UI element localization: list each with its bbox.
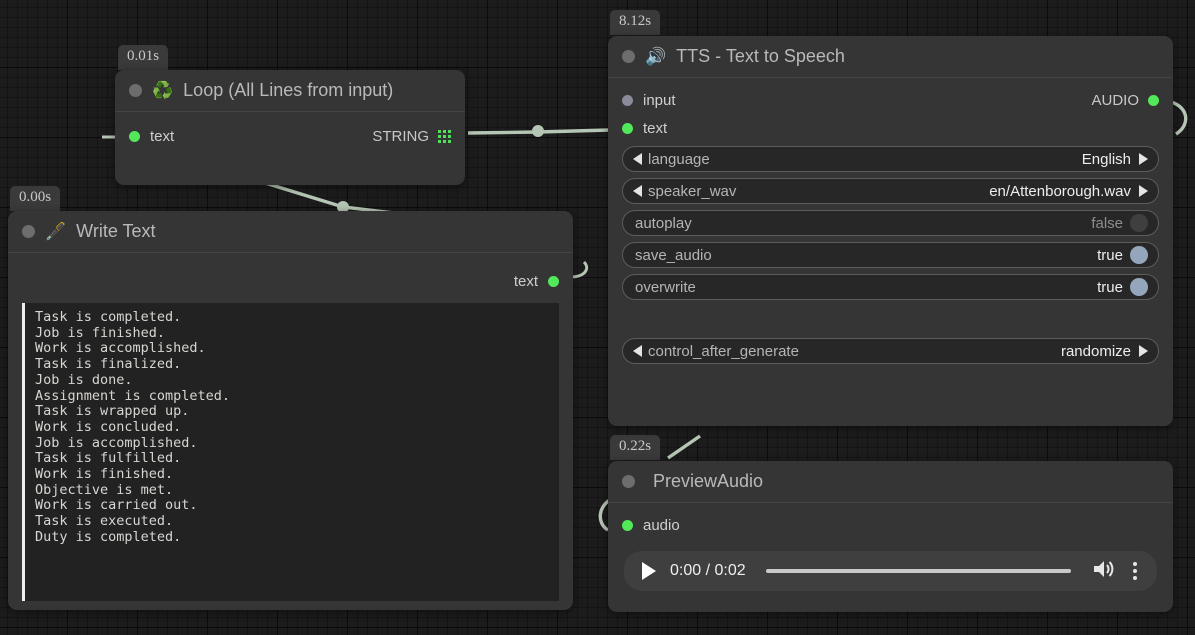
widget-save-audio[interactable]: save_audio true — [622, 242, 1159, 268]
widget-language[interactable]: language English — [622, 146, 1159, 172]
slot-dot-icon[interactable] — [622, 520, 633, 531]
write-text-node-header[interactable]: 🖋️ Write Text — [8, 211, 573, 253]
preview-audio-node-title: PreviewAudio — [653, 471, 763, 492]
widget-save-audio-label: save_audio — [635, 247, 712, 264]
collapse-dot-icon[interactable] — [129, 84, 142, 97]
slot-dot-icon[interactable] — [622, 95, 633, 106]
audio-progress-slider[interactable] — [766, 569, 1071, 573]
widget-autoplay[interactable]: autoplay false — [622, 210, 1159, 236]
write-text-textarea[interactable]: Task is completed. Job is finished. Work… — [22, 303, 559, 601]
tts-slot-text-label: text — [643, 120, 667, 137]
chevron-right-icon[interactable] — [1139, 185, 1148, 197]
tts-slot-input[interactable]: input AUDIO — [608, 86, 1173, 114]
loop-node[interactable]: ♻️ Loop (All Lines from input) text STRI… — [115, 70, 465, 185]
write-text-node-timing-badge: 0.00s — [10, 186, 60, 211]
widget-control-after-generate[interactable]: control_after_generate randomize — [622, 338, 1159, 364]
widget-speaker-wav[interactable]: speaker_wav en/Attenborough.wav — [622, 178, 1159, 204]
toggle-knob-icon[interactable] — [1130, 278, 1148, 296]
preview-audio-node[interactable]: PreviewAudio audio 0:00 / 0:02 — [608, 461, 1173, 612]
chevron-left-icon[interactable] — [633, 185, 642, 197]
tts-widgets: language English speaker_wav en/Attenbor… — [608, 142, 1173, 364]
tts-output-audio-label: AUDIO — [1091, 92, 1139, 109]
chevron-left-icon[interactable] — [633, 345, 642, 357]
tts-slot-text[interactable]: text — [608, 114, 1173, 142]
loop-node-header[interactable]: ♻️ Loop (All Lines from input) — [115, 70, 465, 112]
widget-language-label: language — [648, 151, 710, 168]
preview-audio-node-timing-badge: 0.22s — [610, 435, 660, 460]
write-text-node-body: text Task is completed. Job is finished.… — [8, 253, 573, 619]
widget-overwrite-label: overwrite — [635, 279, 696, 296]
slot-dot-icon[interactable] — [548, 276, 559, 287]
write-text-output-label: text — [514, 273, 538, 290]
widget-save-audio-value: true — [1097, 247, 1123, 264]
grid-widget-icon[interactable] — [438, 130, 451, 143]
preview-audio-slot-audio[interactable]: audio — [608, 511, 1173, 539]
tts-node[interactable]: 🔊 TTS - Text to Speech input AUDIO text … — [608, 36, 1173, 426]
preview-audio-slot-label: audio — [643, 517, 680, 534]
widget-overwrite-value: true — [1097, 279, 1123, 296]
audio-player[interactable]: 0:00 / 0:02 — [624, 551, 1157, 591]
toggle-knob-icon[interactable] — [1130, 214, 1148, 232]
write-text-node-title: Write Text — [76, 221, 155, 242]
loop-node-timing-badge: 0.01s — [118, 45, 168, 70]
slot-dot-icon[interactable] — [1148, 95, 1159, 106]
toggle-knob-icon[interactable] — [1130, 246, 1148, 264]
volume-icon[interactable] — [1091, 558, 1115, 585]
tts-node-timing-badge: 8.12s — [610, 10, 660, 35]
slot-dot-icon[interactable] — [622, 123, 633, 134]
widget-spacer — [622, 306, 1159, 332]
chevron-left-icon[interactable] — [633, 153, 642, 165]
widget-overwrite[interactable]: overwrite true — [622, 274, 1159, 300]
fountain-pen-icon: 🖋️ — [45, 223, 66, 240]
speaker-icon: 🔊 — [645, 48, 666, 65]
tts-node-title: TTS - Text to Speech — [676, 46, 845, 67]
preview-audio-node-body: audio 0:00 / 0:02 — [608, 503, 1173, 609]
more-options-icon[interactable] — [1129, 562, 1141, 580]
loop-node-title: Loop (All Lines from input) — [183, 80, 393, 101]
collapse-dot-icon[interactable] — [22, 225, 35, 238]
loop-slot-text-label: text — [150, 128, 174, 145]
loop-slot-text[interactable]: text STRING — [115, 122, 465, 150]
audio-time-display: 0:00 / 0:02 — [670, 562, 746, 580]
chevron-right-icon[interactable] — [1139, 345, 1148, 357]
widget-language-value: English — [1082, 151, 1131, 168]
node-graph-canvas[interactable]: 0.01s ♻️ Loop (All Lines from input) tex… — [0, 0, 1195, 635]
preview-audio-node-header[interactable]: PreviewAudio — [608, 461, 1173, 503]
widget-speaker-wav-label: speaker_wav — [648, 183, 736, 200]
write-text-content: Task is completed. Job is finished. Work… — [35, 310, 549, 546]
loop-slot-text-type: STRING — [372, 128, 429, 145]
widget-control-after-generate-label: control_after_generate — [648, 343, 799, 360]
play-icon[interactable] — [642, 562, 656, 580]
chevron-right-icon[interactable] — [1139, 153, 1148, 165]
widget-speaker-wav-value: en/Attenborough.wav — [989, 183, 1131, 200]
tts-node-header[interactable]: 🔊 TTS - Text to Speech — [608, 36, 1173, 78]
widget-control-after-generate-value: randomize — [1061, 343, 1131, 360]
collapse-dot-icon[interactable] — [622, 475, 635, 488]
tts-slot-input-label: input — [643, 92, 676, 109]
recycle-icon: ♻️ — [152, 82, 173, 99]
write-text-slot-output[interactable]: text — [8, 267, 573, 295]
tts-node-body: input AUDIO text language English — [608, 78, 1173, 378]
collapse-dot-icon[interactable] — [622, 50, 635, 63]
write-text-node[interactable]: 🖋️ Write Text text Task is completed. Jo… — [8, 211, 573, 610]
widget-autoplay-value: false — [1091, 215, 1123, 232]
widget-autoplay-label: autoplay — [635, 215, 692, 232]
slot-dot-icon[interactable] — [129, 131, 140, 142]
loop-node-body: text STRING — [115, 112, 465, 164]
